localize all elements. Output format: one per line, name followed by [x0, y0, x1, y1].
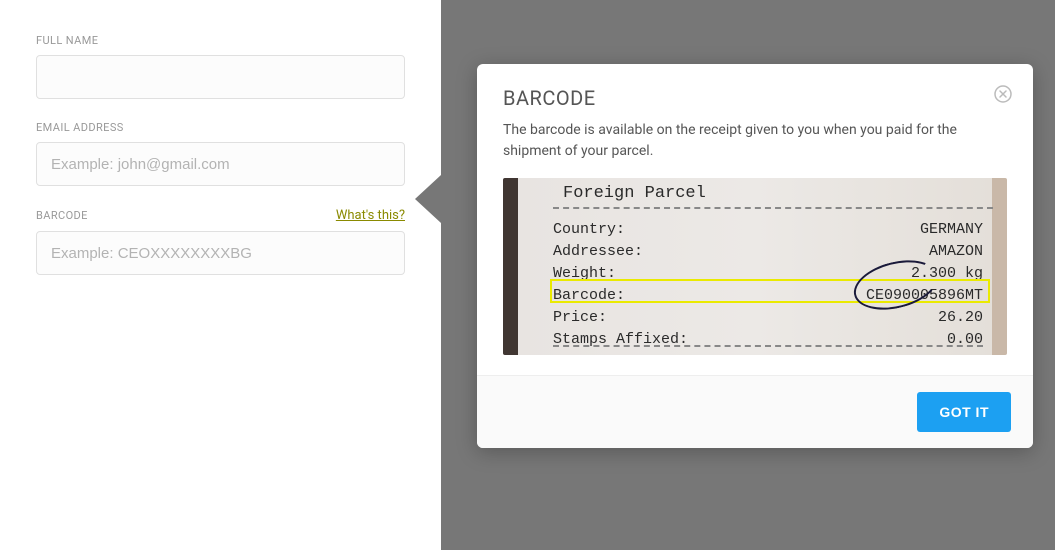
receipt-value: 26.20	[938, 307, 983, 329]
receipt-dash	[553, 345, 983, 347]
receipt-line-barcode: Barcode: CE090005896MT	[553, 285, 993, 307]
modal-title: BARCODE	[503, 86, 1007, 110]
receipt-label: Weight:	[553, 263, 616, 285]
receipt-label: Barcode:	[553, 285, 625, 307]
receipt-label: Stamps Affixed:	[553, 329, 688, 351]
receipt-line-price: Price: 26.20	[553, 307, 993, 329]
modal-footer: GOT IT	[477, 375, 1033, 448]
got-it-button[interactable]: GOT IT	[917, 392, 1011, 432]
receipt-line-addressee: Addressee: AMAZON	[553, 241, 993, 263]
receipt-value: GERMANY	[920, 219, 983, 241]
close-icon	[993, 84, 1013, 104]
modal-header: BARCODE	[477, 64, 1033, 120]
receipt-line-stamps: Stamps Affixed: 0.00	[553, 329, 993, 351]
fullname-label: FULL NAME	[36, 34, 405, 47]
barcode-input[interactable]	[36, 231, 405, 275]
receipt-label: Addressee:	[553, 241, 643, 263]
barcode-label: BARCODE	[36, 209, 88, 222]
receipt-title: Foreign Parcel	[553, 184, 993, 209]
receipt-label: Price:	[553, 307, 607, 329]
email-group: EMAIL ADDRESS	[36, 121, 405, 186]
receipt-value: 2.300 kg	[911, 263, 983, 285]
barcode-modal: BARCODE The barcode is available on the …	[477, 64, 1033, 448]
receipt-value: AMAZON	[929, 241, 983, 263]
receipt-label: Country:	[553, 219, 625, 241]
receipt-image: Foreign Parcel Country: GERMANY Addresse…	[503, 178, 1007, 355]
whats-this-link[interactable]: What's this?	[336, 208, 405, 223]
receipt-line-weight: Weight: 2.300 kg	[553, 263, 993, 285]
form-panel: FULL NAME EMAIL ADDRESS BARCODE What's t…	[0, 0, 441, 550]
modal-description: The barcode is available on the receipt …	[503, 120, 1007, 162]
receipt-value: CE090005896MT	[866, 285, 983, 307]
modal-body: The barcode is available on the receipt …	[477, 120, 1033, 375]
close-button[interactable]	[993, 84, 1013, 104]
email-label: EMAIL ADDRESS	[36, 121, 405, 134]
pointer-triangle	[415, 175, 441, 223]
receipt-content: Foreign Parcel Country: GERMANY Addresse…	[553, 184, 993, 349]
receipt-line-country: Country: GERMANY	[553, 219, 993, 241]
email-input[interactable]	[36, 142, 405, 186]
barcode-group: BARCODE What's this?	[36, 208, 405, 275]
receipt-value: 0.00	[947, 329, 983, 351]
fullname-group: FULL NAME	[36, 34, 405, 99]
fullname-input[interactable]	[36, 55, 405, 99]
